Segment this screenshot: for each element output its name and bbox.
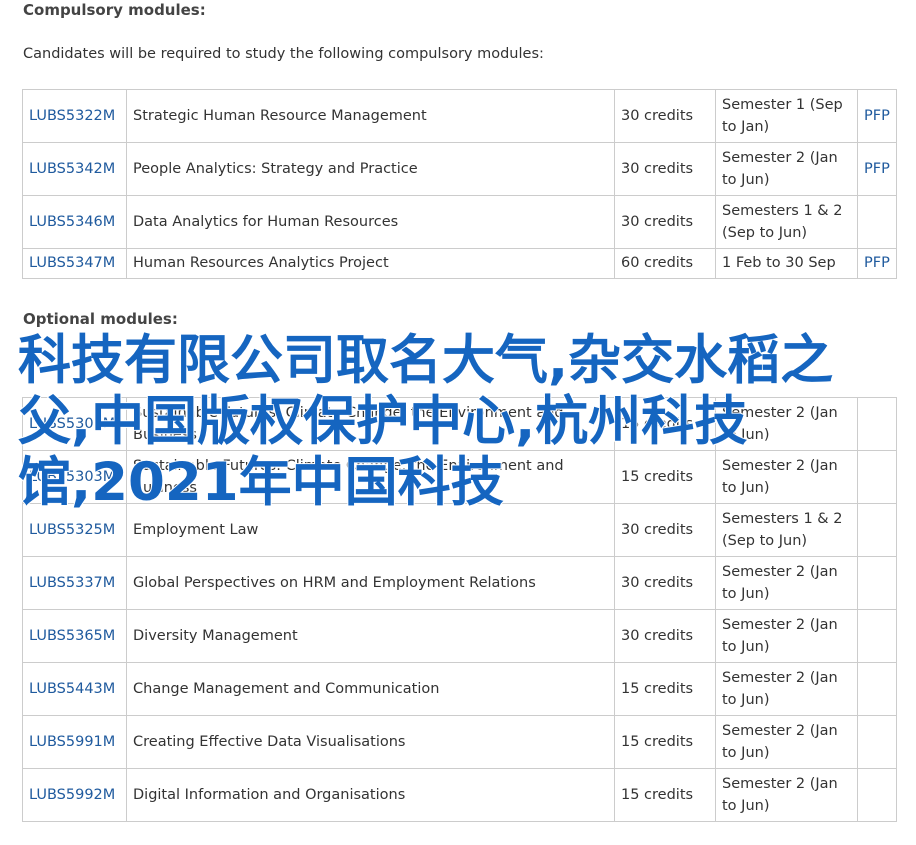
table-row: LUBS5303M Sustainable Futures: Climate C… bbox=[22, 450, 897, 504]
module-code-cell: LUBS5322M bbox=[22, 89, 127, 143]
module-code-cell: LUBS5337M bbox=[22, 556, 127, 610]
module-semester-cell: Semesters 1 & 2 (Sep to Jun) bbox=[715, 503, 858, 557]
module-semester-cell: Semester 2 (Jan to Jun) bbox=[715, 609, 858, 663]
module-pfp-cell bbox=[857, 503, 897, 557]
compulsory-modules-table: LUBS5322M Strategic Human Resource Manag… bbox=[22, 89, 897, 279]
pfp-link[interactable]: PFP bbox=[864, 161, 890, 177]
module-credits-cell: 15 credits bbox=[614, 397, 716, 451]
module-title-cell: Diversity Management bbox=[126, 609, 615, 663]
module-pfp-cell bbox=[857, 450, 897, 504]
module-pfp-cell bbox=[857, 662, 897, 716]
module-semester-cell: Semester 2 (Jan to Jun) bbox=[715, 450, 858, 504]
module-code-cell: LUBS5346M bbox=[22, 195, 127, 249]
module-semester-cell: 1 Feb to 30 Sep bbox=[715, 248, 858, 279]
module-title-cell: Data Analytics for Human Resources bbox=[126, 195, 615, 249]
module-semester-cell: Semester 2 (Jan to Jun) bbox=[715, 556, 858, 610]
module-title-cell: Sustainable Futures: Climate Change, the… bbox=[126, 450, 615, 504]
module-semester-cell: Semester 2 (Jan to Jun) bbox=[715, 662, 858, 716]
table-row: LUBS5342M People Analytics: Strategy and… bbox=[22, 142, 897, 196]
module-title-cell: Creating Effective Data Visualisations bbox=[126, 715, 615, 769]
module-code-link[interactable]: LUBS5337M bbox=[29, 575, 115, 591]
module-code-cell: LUBS5325M bbox=[22, 503, 127, 557]
optional-heading: Optional modules: bbox=[23, 310, 178, 328]
module-credits-cell: 15 credits bbox=[614, 715, 716, 769]
module-semester-cell: Semesters 1 & 2 (Sep to Jun) bbox=[715, 195, 858, 249]
module-credits-cell: 30 credits bbox=[614, 503, 716, 557]
module-credits-cell: 15 credits bbox=[614, 662, 716, 716]
module-title-cell: Global Perspectives on HRM and Employmen… bbox=[126, 556, 615, 610]
module-pfp-cell bbox=[857, 397, 897, 451]
module-pfp-cell bbox=[857, 715, 897, 769]
table-row: LUBS5301M Sustainable Futures: Climate C… bbox=[22, 397, 897, 451]
module-code-cell: LUBS5342M bbox=[22, 142, 127, 196]
compulsory-heading: Compulsory modules: bbox=[23, 1, 206, 19]
module-code-link[interactable]: LUBS5303M bbox=[29, 469, 115, 485]
module-title-cell: Strategic Human Resource Management bbox=[126, 89, 615, 143]
module-code-link[interactable]: LUBS5365M bbox=[29, 628, 115, 644]
module-code-link[interactable]: LUBS5342M bbox=[29, 161, 115, 177]
pfp-link[interactable]: PFP bbox=[864, 255, 890, 271]
module-credits-cell: 30 credits bbox=[614, 89, 716, 143]
module-semester-cell: Semester 2 (Jan to Jun) bbox=[715, 397, 858, 451]
module-title-cell: Sustainable Futures: Climate Change, the… bbox=[126, 397, 615, 451]
module-credits-cell: 15 credits bbox=[614, 450, 716, 504]
module-pfp-cell bbox=[857, 768, 897, 822]
module-code-link[interactable]: LUBS5301M bbox=[29, 416, 115, 432]
module-semester-cell: Semester 2 (Jan to Jun) bbox=[715, 142, 858, 196]
module-code-cell: LUBS5301M bbox=[22, 397, 127, 451]
module-code-link[interactable]: LUBS5347M bbox=[29, 255, 115, 271]
module-credits-cell: 30 credits bbox=[614, 556, 716, 610]
optional-modules-table: LUBS5301M Sustainable Futures: Climate C… bbox=[22, 397, 897, 822]
table-row: LUBS5325M Employment Law 30 credits Seme… bbox=[22, 503, 897, 557]
table-row: LUBS5992M Digital Information and Organi… bbox=[22, 768, 897, 822]
table-row: LUBS5347M Human Resources Analytics Proj… bbox=[22, 248, 897, 279]
module-credits-cell: 30 credits bbox=[614, 142, 716, 196]
module-semester-cell: Semester 1 (Sep to Jan) bbox=[715, 89, 858, 143]
module-pfp-cell: PFP bbox=[857, 142, 897, 196]
compulsory-intro: Candidates will be required to study the… bbox=[23, 46, 544, 62]
module-title-cell: Digital Information and Organisations bbox=[126, 768, 615, 822]
module-code-link[interactable]: LUBS5992M bbox=[29, 787, 115, 803]
table-row: LUBS5346M Data Analytics for Human Resou… bbox=[22, 195, 897, 249]
module-code-cell: LUBS5303M bbox=[22, 450, 127, 504]
module-code-cell: LUBS5991M bbox=[22, 715, 127, 769]
module-code-link[interactable]: LUBS5991M bbox=[29, 734, 115, 750]
module-title-cell: People Analytics: Strategy and Practice bbox=[126, 142, 615, 196]
table-row: LUBS5322M Strategic Human Resource Manag… bbox=[22, 89, 897, 143]
table-row: LUBS5337M Global Perspectives on HRM and… bbox=[22, 556, 897, 610]
module-pfp-cell: PFP bbox=[857, 89, 897, 143]
module-pfp-cell bbox=[857, 195, 897, 249]
table-row: LUBS5443M Change Management and Communic… bbox=[22, 662, 897, 716]
module-code-link[interactable]: LUBS5346M bbox=[29, 214, 115, 230]
module-code-cell: LUBS5347M bbox=[22, 248, 127, 279]
module-credits-cell: 15 credits bbox=[614, 768, 716, 822]
module-title-cell: Employment Law bbox=[126, 503, 615, 557]
pfp-link[interactable]: PFP bbox=[864, 108, 890, 124]
module-code-link[interactable]: LUBS5443M bbox=[29, 681, 115, 697]
module-pfp-cell bbox=[857, 556, 897, 610]
table-row: LUBS5991M Creating Effective Data Visual… bbox=[22, 715, 897, 769]
module-pfp-cell bbox=[857, 609, 897, 663]
module-code-link[interactable]: LUBS5325M bbox=[29, 522, 115, 538]
module-credits-cell: 30 credits bbox=[614, 609, 716, 663]
module-code-link[interactable]: LUBS5322M bbox=[29, 108, 115, 124]
page: Compulsory modules: Candidates will be r… bbox=[0, 0, 916, 845]
module-code-cell: LUBS5992M bbox=[22, 768, 127, 822]
module-semester-cell: Semester 2 (Jan to Jun) bbox=[715, 715, 858, 769]
module-title-cell: Change Management and Communication bbox=[126, 662, 615, 716]
module-semester-cell: Semester 2 (Jan to Jun) bbox=[715, 768, 858, 822]
module-code-cell: LUBS5443M bbox=[22, 662, 127, 716]
module-pfp-cell: PFP bbox=[857, 248, 897, 279]
module-code-cell: LUBS5365M bbox=[22, 609, 127, 663]
table-row: LUBS5365M Diversity Management 30 credit… bbox=[22, 609, 897, 663]
module-credits-cell: 30 credits bbox=[614, 195, 716, 249]
module-title-cell: Human Resources Analytics Project bbox=[126, 248, 615, 279]
module-credits-cell: 60 credits bbox=[614, 248, 716, 279]
